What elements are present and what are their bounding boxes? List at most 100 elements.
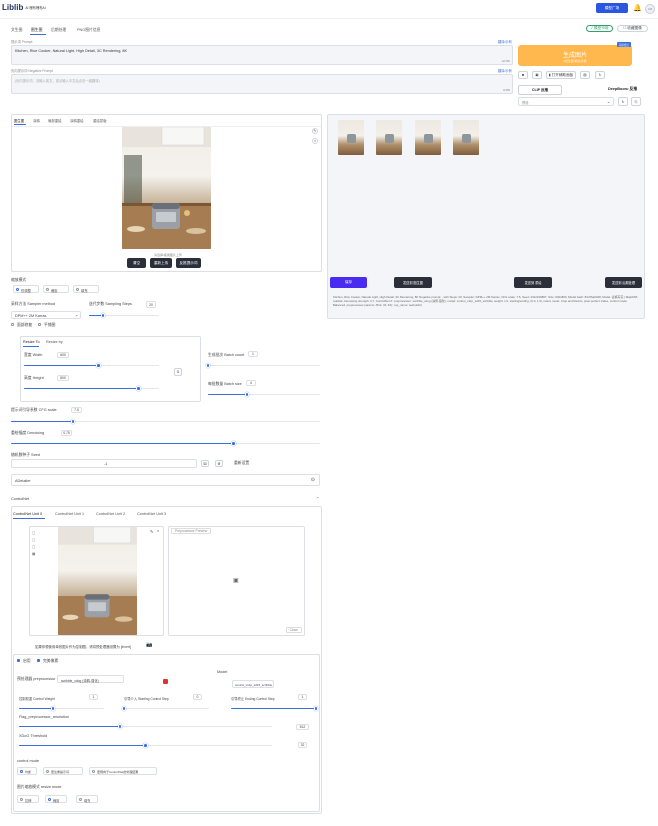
tab-cn-unit-0[interactable]: ControlNet Unit 0 (13, 512, 42, 516)
tab-sketch[interactable]: 涂鸦 (33, 118, 40, 123)
denoise-slider-knob[interactable] (231, 441, 236, 446)
checkbox-tiling[interactable] (38, 323, 42, 327)
cn-side-icons[interactable]: ◻ ◻ ◻ ◼ (32, 530, 35, 558)
cn-resize-fill[interactable]: 填充 (76, 795, 98, 803)
control-mode-balanced[interactable]: 均衡 (17, 767, 37, 775)
cfg-slider-knob[interactable] (70, 419, 76, 424)
batch-size-input[interactable]: 4 (246, 380, 256, 386)
image-icon[interactable]: ▨ (580, 71, 590, 79)
run-preprocessor-icon[interactable] (163, 679, 168, 684)
radio-controlnet-more[interactable] (92, 769, 96, 773)
prompt-input[interactable]: Kitchen, Rice Cooker, Natural Light, Hig… (11, 45, 513, 65)
resize-mode-crop[interactable]: 裁剪 (43, 285, 69, 293)
xdog-slider-knob[interactable] (143, 743, 148, 748)
bell-icon[interactable]: 🔔 (633, 4, 642, 12)
interrogate-prompt-button[interactable]: 反推提示词 (176, 258, 201, 268)
cn-close-icon[interactable]: × (157, 529, 159, 533)
model-select[interactable]: control_v11p_sd15_scribble (232, 680, 274, 688)
width-slider-knob[interactable] (95, 363, 101, 368)
refresh-icon[interactable]: ↻ (595, 71, 605, 79)
cn-resize-stretch[interactable]: 拉伸 (17, 795, 39, 803)
height-input[interactable]: 800 (57, 375, 69, 381)
recycle-icon[interactable]: ♻ (215, 460, 223, 467)
steps-slider[interactable] (89, 313, 159, 318)
radio-balanced[interactable] (20, 769, 24, 773)
clip-interrogate-button[interactable]: CLIP 反推 (518, 85, 562, 95)
logo[interactable]: Liblib AI 哩布哩布AI (2, 3, 46, 12)
sampler-select[interactable]: DPM++ 2M Karras ⌄ (11, 311, 81, 319)
cfg-input[interactable]: 7.5 (71, 407, 82, 413)
controlnet-collapse-icon[interactable]: ⌃ (316, 496, 319, 501)
send-to-img2img-button[interactable]: 发送到 图生图 (394, 277, 432, 288)
negative-translate-link[interactable]: 翻译/示例 (498, 68, 512, 73)
resize-mode-fill[interactable]: 填充 (73, 285, 99, 293)
seed-reset-button[interactable]: 重新设置 (234, 461, 249, 466)
tab-png-info[interactable]: PNG图片信息 (77, 28, 100, 33)
deepbooru-button[interactable]: DeepBooru 反推 (608, 87, 637, 92)
save-output-button[interactable]: 保存 (330, 277, 367, 288)
cn-weight-input[interactable]: 1 (89, 694, 98, 700)
tab-inpaint-sketch[interactable]: 涂鸦重绘 (70, 118, 84, 123)
batch-count-slider[interactable] (205, 363, 320, 368)
dice-icon[interactable]: ⚄ (201, 460, 209, 467)
radio-fill[interactable] (76, 287, 80, 291)
width-input[interactable]: 600 (57, 352, 69, 358)
send-to-inpaint-button[interactable]: 发送到 重绘 (514, 277, 552, 288)
generate-button[interactable]: 生成图片 4次生图/剩余次数 高级会员 (518, 42, 632, 66)
radio-just-resize[interactable] (16, 287, 20, 291)
camera-icon[interactable]: 📷 (146, 642, 152, 648)
control-mode-controlnet-more[interactable]: 更倾向于ControlNet的处理结果 (89, 767, 157, 775)
cn-resize-crop[interactable]: 裁剪 (45, 795, 67, 803)
cn-edit-icon[interactable]: ✎ (150, 529, 153, 534)
radio-prompt-more[interactable] (46, 769, 50, 773)
cfg-slider[interactable] (11, 419, 320, 424)
output-thumbnail-0[interactable] (338, 120, 364, 155)
radio-cn-crop[interactable] (48, 797, 52, 801)
reupload-image-button[interactable]: 重新上传 (150, 258, 172, 268)
preview-close-button[interactable]: Close (285, 627, 302, 633)
batch-size-slider-knob[interactable] (244, 392, 250, 397)
batch-size-slider[interactable] (208, 392, 320, 397)
prompt-translate-link[interactable]: 翻译/示例 (498, 39, 512, 44)
style-select[interactable]: 预设 ⌄ (518, 97, 614, 106)
tab-txt2img[interactable]: 文生图 (11, 28, 22, 33)
negative-prompt-input[interactable]: (负向提示词，请输入英文，或点输入中文后点击一键翻译) 0/150 (11, 74, 513, 94)
resize-mode-just-resize[interactable]: 仅调整 (13, 285, 39, 293)
denoise-slider[interactable] (11, 441, 320, 446)
edit-icon[interactable]: ✎ (312, 128, 318, 134)
tab-postprocess[interactable]: 后期处理 (51, 28, 66, 33)
tab-i2i[interactable]: 图生图 (14, 118, 24, 123)
send-to-extras-button[interactable]: 发送到 后期处理 (605, 277, 642, 288)
model-market-button[interactable]: ✓ 模型市场 (586, 25, 613, 32)
style-refresh-icon[interactable]: ↻ (618, 97, 628, 106)
height-slider-knob[interactable] (136, 386, 142, 391)
tab-cn-unit-2[interactable]: ControlNet Unit 2 (96, 512, 125, 516)
radio-cn-stretch[interactable] (20, 797, 24, 801)
collect-images-button[interactable]: ☐ 收藏图像 (617, 25, 648, 32)
avatar[interactable]: LIB (645, 4, 655, 14)
batch-count-input[interactable]: 1 (248, 351, 258, 357)
checkbox-face-restore[interactable] (11, 323, 15, 327)
close-icon[interactable]: × (312, 138, 318, 144)
output-thumbnail-1[interactable] (376, 120, 402, 155)
adetailer-row[interactable]: ADetailer ⊙ (11, 474, 320, 486)
radio-cn-fill[interactable] (79, 797, 83, 801)
tab-resize-by[interactable]: Resize by (46, 340, 63, 344)
save-icon[interactable]: ▣ (532, 71, 542, 79)
tab-inpaint[interactable]: 局部重绘 (48, 118, 62, 123)
xdog-input[interactable]: 32 (298, 742, 307, 748)
assist-panel-button[interactable]: ▮ 打开辅助面板 (546, 71, 576, 79)
control-mode-prompt-more[interactable]: 更注重提示词 (43, 767, 83, 775)
clear-image-button[interactable]: 清空 (127, 258, 146, 268)
tab-resize-to[interactable]: Resize To (23, 340, 40, 344)
preprocessor-select[interactable]: scribble_xdog (涂鸦-强化) (57, 675, 124, 683)
tab-img2img[interactable]: 图生图 (31, 28, 42, 33)
swap-dimensions-icon[interactable]: ⇅ (174, 368, 182, 376)
steps-slider-knob[interactable] (100, 313, 106, 318)
denoise-input[interactable]: 0.75 (61, 430, 72, 436)
radio-crop[interactable] (46, 287, 50, 291)
output-thumbnail-3[interactable] (453, 120, 479, 155)
batch-count-slider-knob[interactable] (205, 363, 211, 368)
tab-cn-unit-1[interactable]: ControlNet Unit 1 (55, 512, 84, 516)
tab-inpaint-upload[interactable]: 重绘蒙版 (93, 118, 107, 123)
